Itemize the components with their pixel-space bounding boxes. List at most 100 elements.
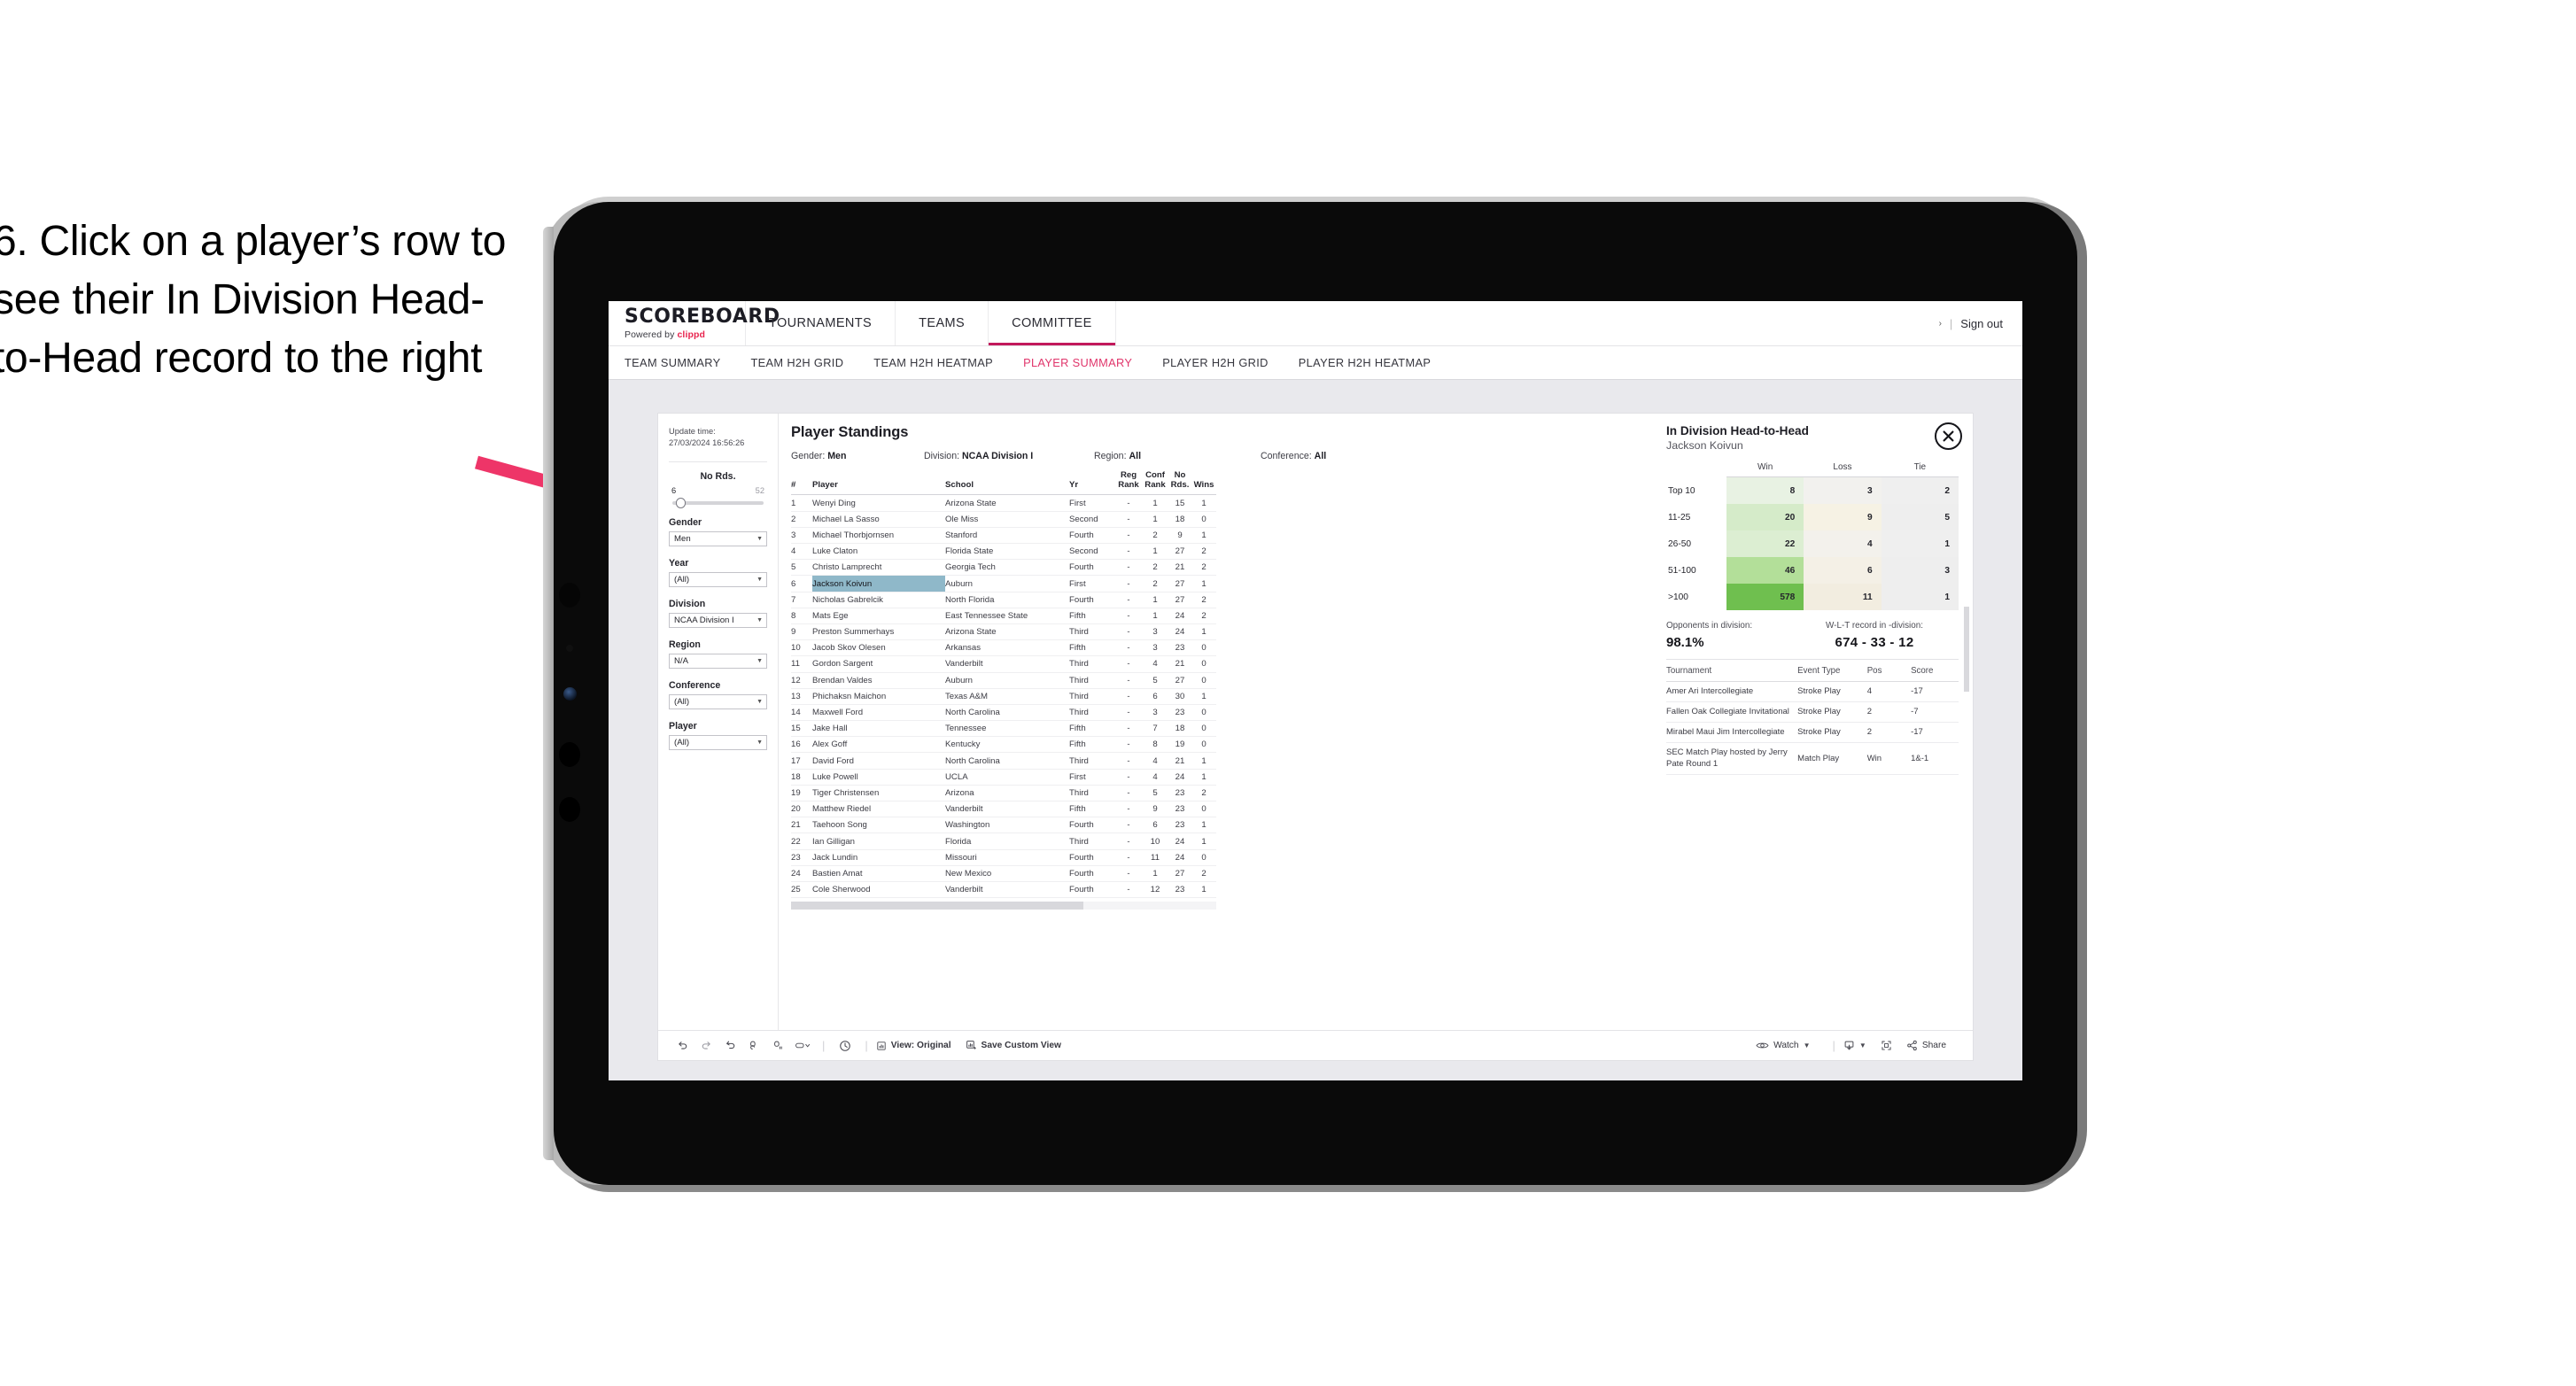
tournament-row[interactable]: Mirabel Maui Jim Intercollegiate Stroke P… [1666,722,1959,744]
undo-icon[interactable] [671,1040,694,1051]
nav-item-committee[interactable]: COMMITTEE [989,301,1116,345]
tab-player-h2h-heatmap[interactable]: PLAYER H2H HEATMAP [1299,356,1431,369]
table-row[interactable]: 25 Cole Sherwood Vanderbilt Fourth -12 23 1 [791,881,1216,899]
table-row[interactable]: 12 Brendan Valdes Auburn Third -5 27 0 [791,672,1216,689]
tab-player-h2h-grid[interactable]: PLAYER H2H GRID [1162,356,1269,369]
filter-conference-select[interactable]: (All) ▼ [669,693,767,709]
col-pos[interactable]: Pos [1866,666,1912,682]
cell-wins: 0 [1191,736,1216,754]
table-row[interactable]: 20 Matthew Riedel Vanderbilt Fifth -9 23 0 [791,801,1216,818]
table-row[interactable]: 24 Bastien Amat New Mexico Fourth -1 27 2 [791,865,1216,882]
save-custom-view-button[interactable]: Save Custom View [966,1040,1061,1051]
col-player[interactable]: Player [812,471,945,496]
col-reg-rank[interactable]: Reg Rank [1115,470,1142,496]
table-row[interactable]: 13 Phichaksn Maichon Texas A&M Third -6 30 1 [791,688,1216,705]
table-row[interactable]: 19 Tiger Christensen Arizona Third -5 23 2 [791,785,1216,802]
cell-wins: 0 [1191,511,1216,528]
stat-record-label: W-L-T record in -division: [1826,621,1923,631]
share-button[interactable]: Share [1906,1040,1946,1051]
col-conf-rank[interactable]: Conf Rank [1142,470,1168,496]
pause-auto-update-icon[interactable] [833,1040,857,1052]
cell-player: Jack Lundin [812,849,945,866]
tournament-row[interactable]: SEC Match Play hosted by Jerry Pate Roun… [1666,742,1959,775]
table-row[interactable]: 4 Luke Claton Florida State Second -1 27 2 [791,543,1216,561]
filter-division-select[interactable]: NCAA Division I ▼ [669,612,767,628]
table-row[interactable]: 10 Jacob Skov Olesen Arkansas Fifth -3 23 0 [791,639,1216,657]
filter-player-select[interactable]: (All) ▼ [669,734,767,750]
tab-team-summary[interactable]: TEAM SUMMARY [625,356,720,369]
col-school[interactable]: School [945,471,1069,496]
table-row[interactable]: 9 Preston Summerhays Arizona State Third -3 2… [791,623,1216,641]
pause-icon[interactable] [766,1040,790,1051]
sign-out-link[interactable]: Sign out [1960,317,2003,330]
nav-item-tournaments[interactable]: TOURNAMENTS [746,301,896,345]
col-score[interactable]: Score [1911,666,1959,682]
meta-region-label: Region: [1094,451,1127,461]
table-row[interactable]: 18 Luke Powell UCLA First -4 24 1 [791,769,1216,786]
col-wins[interactable]: Wins [1191,471,1216,496]
meta-gender-value: Men [827,451,847,461]
brand-logo[interactable]: SCOREBOARD Powered by clippd [609,301,780,345]
meta-conference-label: Conference: [1261,451,1312,461]
table-row[interactable]: 22 Ian Gilligan Florida Third -10 24 1 [791,832,1216,850]
h2h-row: 26-50 22 4 1 [1666,530,1959,557]
table-row[interactable]: 15 Jake Hall Tennessee Fifth -7 18 0 [791,720,1216,738]
table-row[interactable]: 5 Christo Lamprecht Georgia Tech Fourth -2 21… [791,559,1216,577]
watch-button[interactable]: Watch ▼ [1756,1041,1811,1050]
tab-team-h2h-heatmap[interactable]: TEAM H2H HEATMAP [873,356,993,369]
cell-event-type: Stroke Play [1797,722,1867,744]
highlight-icon[interactable] [790,1040,814,1051]
filter-division-label: Division [669,598,706,609]
cell-rank: 25 [791,881,812,899]
cell-wins: 0 [1191,801,1216,818]
table-row[interactable]: 14 Maxwell Ford North Carolina Third -3 23 0 [791,704,1216,722]
h2h-loss-cell: 4 [1804,530,1882,557]
cell-wins: 2 [1191,592,1216,608]
filter-region-select[interactable]: N/A ▼ [669,653,767,669]
tournament-row[interactable]: Amer Ari Intercollegiate Stroke Play 4 -17 [1666,681,1959,703]
col-no-rds[interactable]: No Rds. [1168,470,1191,496]
fullscreen-button[interactable] [1881,1040,1892,1051]
no-rounds-slider[interactable] [672,497,764,508]
table-row[interactable]: 11 Gordon Sargent Vanderbilt Third -4 21 0 [791,655,1216,673]
cell-pos: 2 [1866,722,1912,744]
filter-gender-select[interactable]: Men ▼ [669,530,767,546]
redo-icon[interactable] [694,1040,718,1051]
nav-item-teams[interactable]: TEAMS [896,301,989,345]
table-row[interactable]: 3 Michael Thorbjornsen Stanford Fourth -2 9 1 [791,527,1216,545]
cell-rank: 7 [791,592,812,608]
table-row[interactable]: 7 Nicholas Gabrelcik North Florida Fourth -1… [791,592,1216,608]
col-tournament[interactable]: Tournament [1666,666,1798,682]
standings-table: # Player School Yr Reg Rank Conf Rank No Rd… [791,470,1216,899]
slider-handle[interactable] [676,497,686,508]
table-row[interactable]: 1 Wenyi Ding Arizona State First -1 15 1 [791,494,1216,512]
table-row[interactable]: 21 Taehoon Song Washington Fourth -6 23 1 [791,817,1216,834]
close-icon[interactable] [1935,422,1962,450]
download-button[interactable]: ▼ [1843,1040,1866,1051]
cell-player: Alex Goff [812,736,945,754]
horizontal-scrollbar[interactable] [791,902,1216,910]
tournament-row[interactable]: Fallen Oak Collegiate Invitational Stroke… [1666,701,1959,724]
cell-player: Jackson Koivun [812,575,945,592]
col-yr[interactable]: Yr [1069,471,1115,496]
col-rank[interactable]: # [791,471,812,496]
table-row[interactable]: 8 Mats Ege East Tennessee State Fifth -1 24 2 [791,608,1216,624]
cell-reg-rank: - [1115,543,1142,561]
table-row[interactable]: 16 Alex Goff Kentucky Fifth -8 19 0 [791,736,1216,754]
chevron-right-icon[interactable]: › [1939,319,1942,329]
revert-icon[interactable] [718,1040,742,1051]
col-event-type[interactable]: Event Type [1797,666,1867,682]
table-row[interactable]: 23 Jack Lundin Missouri Fourth -11 24 0 [791,849,1216,866]
table-row[interactable]: 17 David Ford North Carolina Third -4 21 1 [791,752,1216,770]
table-row[interactable]: 2 Michael La Sasso Ole Miss Second -1 18 0 [791,511,1216,528]
refresh-icon[interactable] [742,1040,766,1051]
table-row[interactable]: 6 Jackson Koivun Auburn First -2 27 1 [791,575,1216,592]
scrollbar-thumb[interactable] [791,902,1083,910]
tab-team-h2h-grid[interactable]: TEAM H2H GRID [750,356,843,369]
meta-conference-value: All [1314,451,1327,461]
tournament-scrollbar[interactable] [1964,607,1969,692]
filter-year-select[interactable]: (All) ▼ [669,571,767,587]
cell-school: UCLA [945,769,1069,786]
tab-player-summary[interactable]: PLAYER SUMMARY [1023,356,1132,369]
view-original-button[interactable]: View: Original [876,1041,951,1051]
